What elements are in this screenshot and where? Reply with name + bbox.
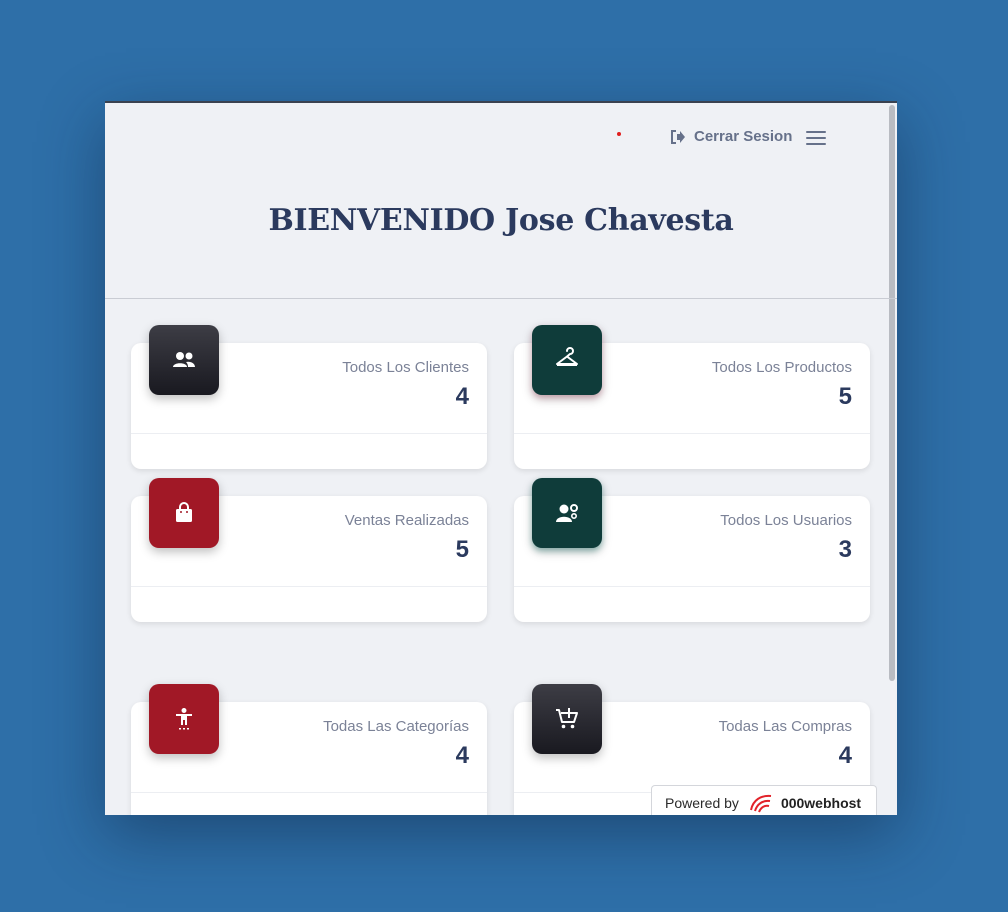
sign-out-icon: [671, 129, 685, 144]
card-value: 5: [838, 383, 852, 410]
user-cog-icon: [556, 504, 578, 522]
hanger-icon: [556, 347, 578, 366]
hamburger-menu-icon[interactable]: [806, 131, 826, 147]
person-icon: [176, 708, 192, 730]
card-label: Todas Las Compras: [718, 718, 852, 735]
vertical-scrollbar[interactable]: [889, 105, 895, 681]
cart-plus-icon: [556, 708, 578, 729]
logout-label: Cerrar Sesion: [694, 128, 793, 145]
card-footer-divider: [131, 792, 487, 793]
card-value: 4: [455, 742, 469, 769]
app-window: Cerrar Sesion BIENVENIDO Jose Chavesta T…: [105, 101, 897, 815]
card-icon-box: [532, 478, 602, 548]
card-footer-divider: [131, 433, 487, 434]
shopping-bag-icon: [176, 502, 192, 522]
card-value: 3: [838, 536, 852, 563]
logout-button[interactable]: Cerrar Sesion: [670, 128, 792, 145]
card-icon-box: [532, 684, 602, 754]
card-value: 4: [455, 383, 469, 410]
header-divider: [105, 298, 897, 299]
powered-by-brand: 000webhost: [780, 794, 862, 811]
card-label: Todos Los Clientes: [342, 359, 469, 376]
stat-card-productos[interactable]: Todos Los Productos 5: [514, 325, 870, 469]
stat-card-ventas[interactable]: Ventas Realizadas 5: [131, 478, 487, 622]
card-label: Todos Los Productos: [711, 359, 852, 376]
notification-dot: [617, 132, 621, 136]
card-icon-box: [149, 478, 219, 548]
card-label: Ventas Realizadas: [344, 512, 469, 529]
powered-by-text: Powered by: [665, 794, 739, 811]
card-footer-divider: [131, 586, 487, 587]
powered-by-badge[interactable]: Powered by 000webhost: [651, 785, 877, 815]
stat-card-categorias[interactable]: Todas Las Categorías 4: [131, 684, 487, 815]
top-navbar: Cerrar Sesion: [105, 103, 897, 173]
card-label: Todos Los Usuarios: [720, 512, 852, 529]
card-footer-divider: [514, 586, 870, 587]
card-value: 5: [455, 536, 469, 563]
card-icon-box: [149, 325, 219, 395]
stat-card-usuarios[interactable]: Todos Los Usuarios 3: [514, 478, 870, 622]
page-title: BIENVENIDO Jose Chavesta: [268, 203, 734, 238]
card-footer-divider: [514, 433, 870, 434]
users-icon: [173, 352, 195, 367]
card-value: 4: [838, 742, 852, 769]
000webhost-logo-icon: [749, 794, 772, 812]
card-icon-box: [532, 325, 602, 395]
card-label: Todas Las Categorías: [323, 718, 469, 735]
card-icon-box: [149, 684, 219, 754]
stat-card-clientes[interactable]: Todos Los Clientes 4: [131, 325, 487, 469]
